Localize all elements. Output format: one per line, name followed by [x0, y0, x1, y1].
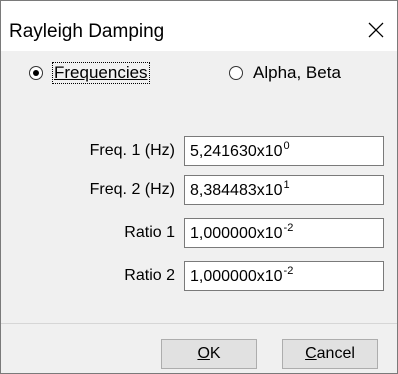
freq2-row: Freq. 2 (Hz) 8,384483x101: [1, 175, 397, 205]
radio-unchecked-icon: [229, 66, 243, 80]
dialog-body: Frequencies Alpha, Beta Freq. 1 (Hz) 5,2…: [1, 51, 397, 373]
cancel-button[interactable]: Cancel: [282, 339, 378, 369]
dialog-title: Rayleigh Damping: [9, 21, 165, 42]
title-bar: Rayleigh Damping: [1, 1, 397, 51]
freq1-mantissa: 5,241630: [190, 143, 257, 160]
mode-radio-group: Frequencies Alpha, Beta: [1, 62, 397, 89]
alpha-beta-radio-label: Alpha, Beta: [253, 63, 341, 82]
ratio1-exponent: -2: [283, 222, 294, 234]
freq2-exponent: 1: [283, 179, 290, 191]
ok-button[interactable]: OK: [161, 339, 257, 369]
ratio2-exponent: -2: [283, 265, 294, 277]
cancel-label-rest: ancel: [316, 345, 355, 362]
ratio2-base: 10: [264, 268, 283, 285]
freq1-base: 10: [264, 143, 283, 160]
ratio2-row: Ratio 2 1,000000x10-2: [1, 261, 397, 291]
ratio1-mantissa: 1,000000: [190, 225, 257, 242]
ratio1-base: 10: [264, 225, 283, 242]
ratio2-label: Ratio 2: [124, 267, 175, 284]
close-button[interactable]: [363, 17, 389, 43]
rayleigh-damping-dialog: Rayleigh Damping Frequencies Alpha, Beta…: [0, 0, 398, 374]
radio-checked-icon: [29, 66, 43, 80]
ratio2-times: x: [256, 268, 265, 285]
ratio2-mantissa: 1,000000: [190, 268, 257, 285]
freq1-row: Freq. 1 (Hz) 5,241630x100: [1, 136, 397, 166]
freq1-times: x: [256, 143, 265, 160]
freq2-base: 10: [264, 182, 283, 199]
button-separator: [1, 323, 397, 324]
ratio1-input[interactable]: 1,000000x10-2: [184, 218, 384, 248]
close-icon: [368, 22, 384, 38]
frequencies-radio[interactable]: Frequencies: [29, 62, 150, 84]
freq2-times: x: [256, 182, 265, 199]
freq1-input[interactable]: 5,241630x100: [184, 136, 384, 166]
freq1-label: Freq. 1 (Hz): [89, 142, 175, 159]
ok-mnemonic: O: [197, 345, 210, 362]
ratio1-row: Ratio 1 1,000000x10-2: [1, 218, 397, 248]
freq2-label: Freq. 2 (Hz): [89, 181, 175, 198]
freq1-exponent: 0: [283, 140, 290, 152]
freq2-mantissa: 8,384483: [190, 182, 257, 199]
frequencies-radio-label: Frequencies: [52, 62, 150, 84]
alpha-beta-radio[interactable]: Alpha, Beta: [229, 63, 341, 83]
ratio1-times: x: [256, 225, 265, 242]
cancel-mnemonic: C: [305, 345, 317, 362]
ratio2-input[interactable]: 1,000000x10-2: [184, 261, 384, 291]
ratio1-label: Ratio 1: [124, 224, 175, 241]
freq2-input[interactable]: 8,384483x101: [184, 175, 384, 205]
ok-label-rest: K: [209, 345, 221, 362]
